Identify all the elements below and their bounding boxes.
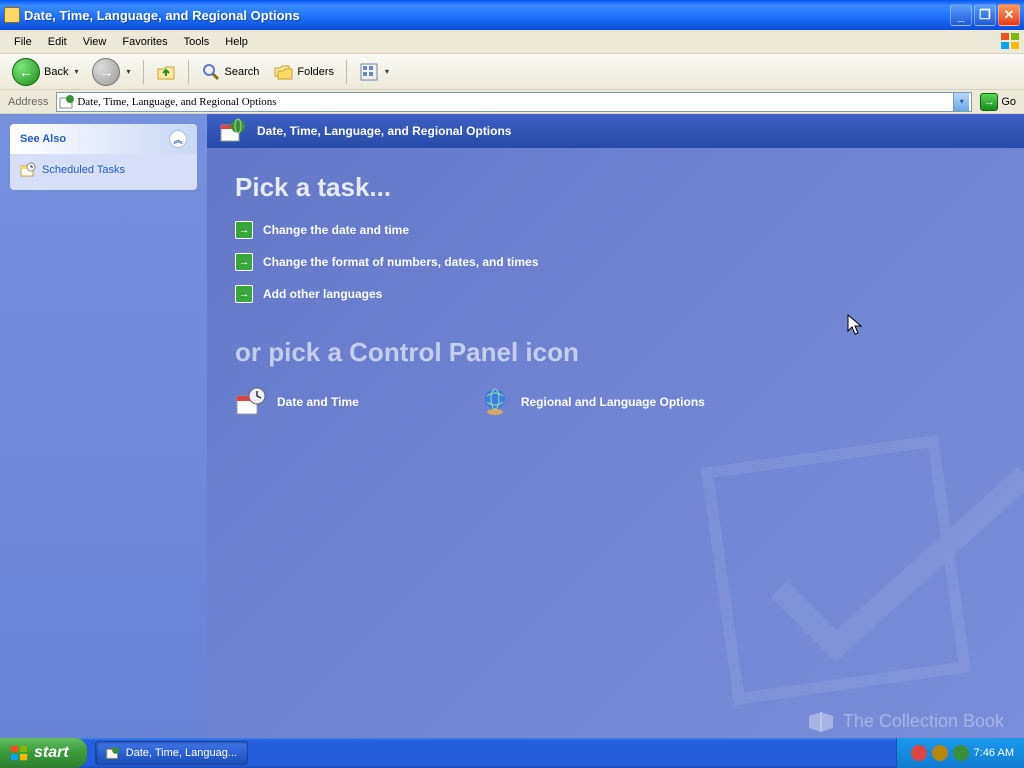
category-title: Date, Time, Language, and Regional Optio…	[257, 124, 511, 138]
search-label: Search	[225, 66, 260, 78]
toolbar-separator	[143, 60, 144, 84]
tray-icon[interactable]	[953, 745, 969, 761]
minimize-button[interactable]: _	[950, 4, 972, 26]
task-change-format[interactable]: → Change the format of numbers, dates, a…	[235, 253, 996, 271]
main-panel: Date, Time, Language, and Regional Optio…	[207, 114, 1024, 738]
category-icon	[219, 117, 247, 145]
address-dropdown-icon[interactable]: ▾	[953, 93, 969, 111]
menu-file[interactable]: File	[6, 33, 40, 51]
back-label: Back	[44, 66, 68, 78]
up-button[interactable]	[150, 59, 182, 85]
back-dropdown-icon[interactable]: ▾	[74, 67, 78, 76]
cp-date-and-time[interactable]: Date and Time	[235, 386, 359, 418]
task-label: Change the date and time	[263, 223, 409, 237]
cp-regional-language[interactable]: Regional and Language Options	[479, 386, 705, 418]
tray-security-icon[interactable]	[911, 745, 927, 761]
back-button[interactable]: ← Back ▾	[6, 55, 84, 89]
task-label: Change the format of numbers, dates, and…	[263, 255, 538, 269]
menu-favorites[interactable]: Favorites	[114, 33, 175, 51]
forward-dropdown-icon[interactable]: ▾	[126, 67, 130, 76]
go-button[interactable]: → Go	[976, 92, 1020, 112]
globe-icon	[479, 386, 511, 418]
back-arrow-icon: ←	[12, 58, 40, 86]
window-title: Date, Time, Language, and Regional Optio…	[24, 8, 950, 23]
forward-arrow-icon: →	[92, 58, 120, 86]
menubar: File Edit View Favorites Tools Help	[0, 30, 1024, 54]
side-panel: See Also ︽ Scheduled Tasks	[0, 114, 207, 738]
clock[interactable]: 7:46 AM	[974, 747, 1014, 759]
addressbar: Address ▾ → Go	[0, 90, 1024, 114]
see-also-title: See Also	[20, 133, 66, 145]
taskbar-item[interactable]: Date, Time, Languag...	[95, 741, 248, 765]
see-also-header[interactable]: See Also ︽	[10, 124, 197, 154]
tray-icon[interactable]	[932, 745, 948, 761]
close-button[interactable]: ✕	[998, 4, 1020, 26]
start-flag-icon	[10, 744, 28, 762]
scheduled-tasks-link[interactable]: Scheduled Tasks	[20, 162, 187, 178]
menu-tools[interactable]: Tools	[176, 33, 218, 51]
watermark: The Collection Book	[807, 710, 1004, 732]
address-label: Address	[4, 96, 52, 108]
toolbar-separator	[346, 60, 347, 84]
windows-flag-icon	[1000, 32, 1020, 50]
task-arrow-icon: →	[235, 253, 253, 271]
task-arrow-icon: →	[235, 221, 253, 239]
address-field[interactable]: ▾	[56, 92, 972, 112]
toolbar-separator	[188, 60, 189, 84]
menu-view[interactable]: View	[75, 33, 115, 51]
cp-icon-label: Date and Time	[277, 395, 359, 409]
scheduled-tasks-label: Scheduled Tasks	[42, 164, 125, 176]
pick-icon-heading: or pick a Control Panel icon	[235, 337, 996, 368]
book-icon	[807, 710, 835, 732]
toolbar: ← Back ▾ → ▾ Search Folders ▾	[0, 54, 1024, 90]
forward-button[interactable]: → ▾	[86, 55, 136, 89]
category-header: Date, Time, Language, and Regional Optio…	[207, 114, 1024, 148]
task-label: Add other languages	[263, 287, 382, 301]
task-add-languages[interactable]: → Add other languages	[235, 285, 996, 303]
start-button[interactable]: start	[0, 738, 87, 768]
pick-task-heading: Pick a task...	[235, 172, 996, 203]
window-icon	[4, 7, 20, 23]
content-area: See Also ︽ Scheduled Tasks Date, Time, L…	[0, 114, 1024, 738]
task-change-date-time[interactable]: → Change the date and time	[235, 221, 996, 239]
watermark-text: The Collection Book	[843, 711, 1004, 732]
search-button[interactable]: Search	[195, 59, 266, 85]
date-time-icon	[235, 386, 267, 418]
taskbar-item-icon	[106, 746, 120, 760]
see-also-panel: See Also ︽ Scheduled Tasks	[10, 124, 197, 190]
collapse-icon[interactable]: ︽	[169, 130, 187, 148]
menu-help[interactable]: Help	[217, 33, 256, 51]
views-dropdown-icon[interactable]: ▾	[385, 67, 389, 76]
start-label: start	[34, 744, 69, 762]
search-icon	[201, 62, 221, 82]
titlebar: Date, Time, Language, and Regional Optio…	[0, 0, 1024, 30]
cp-icon-label: Regional and Language Options	[521, 395, 705, 409]
folders-icon	[273, 62, 293, 82]
address-icon	[59, 94, 75, 110]
maximize-button[interactable]: ❐	[974, 4, 996, 26]
menu-edit[interactable]: Edit	[40, 33, 75, 51]
scheduled-tasks-icon	[20, 162, 36, 178]
background-watermark-icon	[684, 418, 1024, 738]
go-arrow-icon: →	[980, 93, 998, 111]
folders-label: Folders	[297, 66, 334, 78]
folders-button[interactable]: Folders	[267, 59, 340, 85]
views-button[interactable]: ▾	[353, 59, 395, 85]
address-input[interactable]	[77, 96, 953, 108]
go-label: Go	[1001, 96, 1016, 108]
system-tray[interactable]: 7:46 AM	[896, 738, 1024, 768]
views-icon	[359, 62, 379, 82]
taskbar: start Date, Time, Languag... 7:46 AM	[0, 738, 1024, 768]
taskbar-item-label: Date, Time, Languag...	[126, 747, 237, 759]
up-folder-icon	[156, 62, 176, 82]
task-arrow-icon: →	[235, 285, 253, 303]
